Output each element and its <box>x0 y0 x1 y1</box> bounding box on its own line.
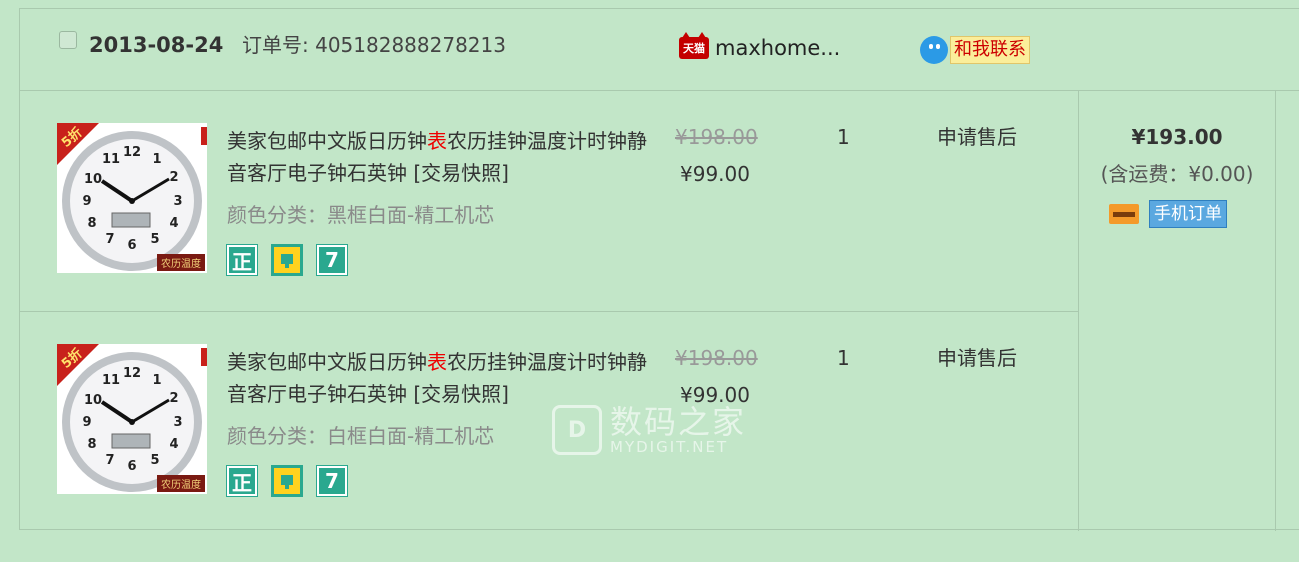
clock-image: 12 12 345 678 91011 <box>62 352 202 492</box>
svg-text:9: 9 <box>82 194 91 209</box>
svg-text:5: 5 <box>150 232 159 247</box>
title-highlight: 表 <box>427 350 447 374</box>
order-total: ¥193.00 <box>1131 125 1223 149</box>
thumb-tag: 农历温度 <box>157 475 205 492</box>
genuine-icon[interactable]: 正 <box>226 244 258 276</box>
svg-text:12: 12 <box>123 366 141 381</box>
title-text: 美家包邮中文版日历钟 <box>227 350 427 374</box>
shop-name[interactable]: maxhome... <box>715 34 840 62</box>
svg-text:4: 4 <box>169 437 178 452</box>
tmall-icon: 天猫 <box>679 32 709 59</box>
original-price: ¥198.00 <box>675 125 758 149</box>
order-date: 2013-08-24 <box>89 33 224 57</box>
svg-text:1: 1 <box>152 152 161 167</box>
unit-price: ¥99.00 <box>680 162 750 186</box>
sku-info: 颜色分类：黑框白面-精工机芯 <box>227 203 495 227</box>
order-item: 12 1 2 345 678 9 10 11 5折 农历温度 美家包邮中文版日历钟表农历… <box>20 90 1078 312</box>
order-header: 2013-08-24 订单号: 405182888278213 天猫 maxho… <box>20 9 1299 91</box>
svg-text:9: 9 <box>82 415 91 430</box>
watermark-en: MYDIGIT.NET <box>610 438 729 456</box>
seven-day-return-icon[interactable]: 7 <box>316 244 348 276</box>
genuine-icon[interactable]: 正 <box>226 465 258 497</box>
ribbon-icon <box>201 127 207 145</box>
watermark-cn: 数码之家 <box>610 403 747 441</box>
shipping-fee: (含运费：¥0.00) <box>1100 162 1254 186</box>
quantity: 1 <box>837 346 850 370</box>
svg-text:3: 3 <box>173 194 182 209</box>
payment-card-icon <box>1109 204 1139 224</box>
svg-text:8: 8 <box>87 437 96 452</box>
title-highlight: 表 <box>427 129 447 153</box>
order-summary: ¥193.00 (含运费：¥0.00) 手机订单 <box>1078 90 1276 531</box>
contact-seller-button[interactable]: 和我联系 <box>920 36 1030 64</box>
clock-image: 12 12 345 678 91011 <box>62 131 202 271</box>
svg-text:6: 6 <box>127 459 136 474</box>
svg-text:3: 3 <box>173 415 182 430</box>
seven-day-return-icon[interactable]: 7 <box>316 465 348 497</box>
svg-text:12: 12 <box>123 145 141 160</box>
product-title-link[interactable]: 美家包邮中文版日历钟表农历挂钟温度计时钟静音客厅电子钟石英钟 [交易快照] <box>227 346 647 410</box>
watermark-logo-icon: D <box>552 405 602 455</box>
wangwang-icon <box>920 36 948 64</box>
svg-text:11: 11 <box>102 373 120 388</box>
after-sale-link[interactable]: 申请售后 <box>937 123 1017 151</box>
svg-text:11: 11 <box>102 152 120 167</box>
svg-text:4: 4 <box>169 216 178 231</box>
service-icons: 正 7 <box>226 244 348 276</box>
svg-text:5: 5 <box>150 453 159 468</box>
svg-text:8: 8 <box>87 216 96 231</box>
product-thumbnail[interactable]: 12 1 2 345 678 9 10 11 5折 农历温度 <box>57 123 207 273</box>
ribbon-icon <box>201 348 207 366</box>
order-item: 12 1 2 345 678 9 10 11 5折 农历温度 美家包邮中文版日历钟表农历… <box>20 311 1078 532</box>
consumer-protection-icon[interactable] <box>271 465 303 497</box>
svg-text:10: 10 <box>84 393 102 408</box>
order-select-checkbox[interactable] <box>59 31 77 49</box>
shop-link[interactable]: 天猫 maxhome... <box>679 32 840 62</box>
svg-text:1: 1 <box>152 373 161 388</box>
watermark: D 数码之家 MYDIGIT.NET <box>552 405 746 455</box>
product-title-link[interactable]: 美家包邮中文版日历钟表农历挂钟温度计时钟静音客厅电子钟石英钟 [交易快照] <box>227 125 647 189</box>
svg-text:6: 6 <box>127 238 136 253</box>
svg-text:2: 2 <box>169 170 178 185</box>
mobile-order: 手机订单 <box>1109 200 1227 228</box>
title-text: 美家包邮中文版日历钟 <box>227 129 427 153</box>
service-icons: 正 7 <box>226 465 348 497</box>
mobile-order-label[interactable]: 手机订单 <box>1149 200 1227 228</box>
svg-text:7: 7 <box>105 453 114 468</box>
svg-text:7: 7 <box>105 232 114 247</box>
svg-text:10: 10 <box>84 172 102 187</box>
original-price: ¥198.00 <box>675 346 758 370</box>
contact-label[interactable]: 和我联系 <box>950 36 1030 64</box>
thumb-tag: 农历温度 <box>157 254 205 271</box>
quantity: 1 <box>837 125 850 149</box>
consumer-protection-icon[interactable] <box>271 244 303 276</box>
order-number: 订单号: 405182888278213 <box>242 33 506 57</box>
product-thumbnail[interactable]: 12 1 2 345 678 9 10 11 5折 农历温度 <box>57 344 207 494</box>
sku-info: 颜色分类：白框白面-精工机芯 <box>227 424 495 448</box>
after-sale-link[interactable]: 申请售后 <box>937 344 1017 372</box>
svg-text:2: 2 <box>169 391 178 406</box>
